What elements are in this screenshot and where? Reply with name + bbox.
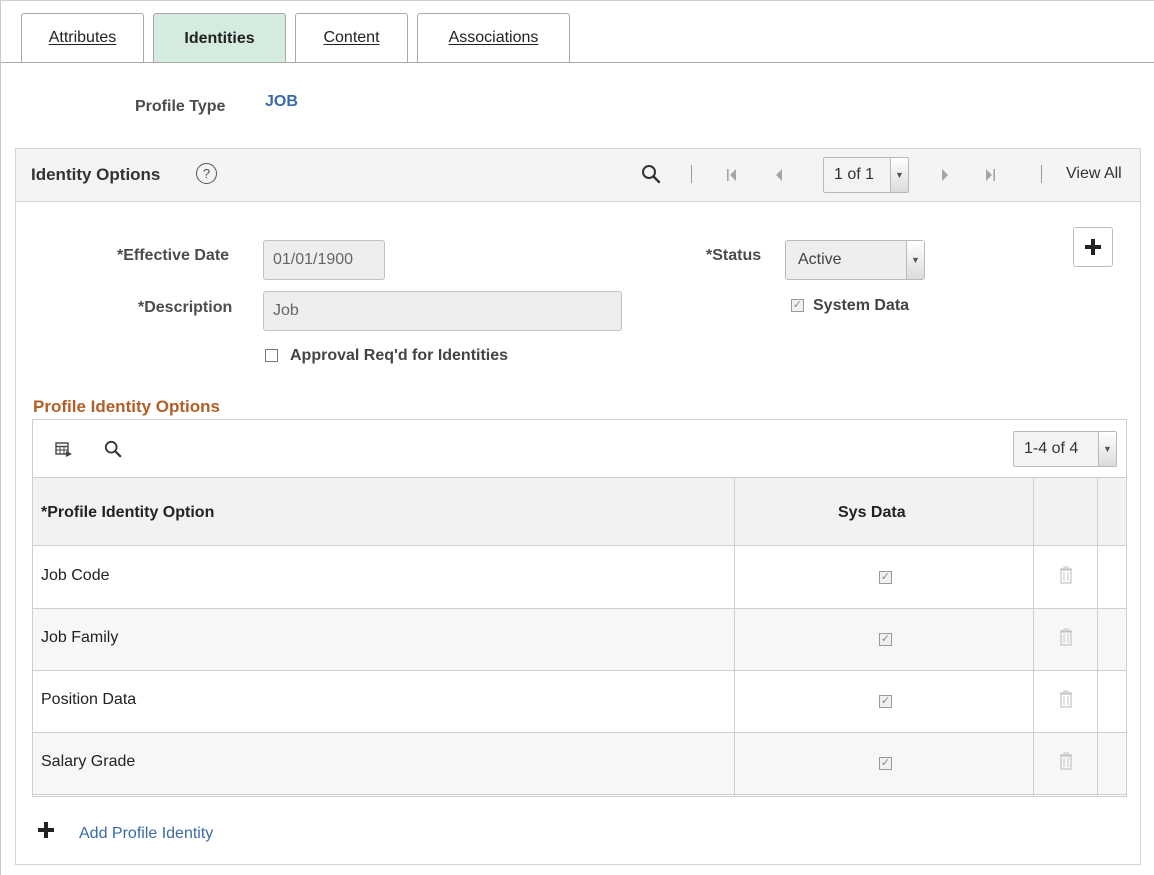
- status-select[interactable]: Active ▼: [785, 240, 925, 280]
- pager-separator: [691, 165, 692, 183]
- chevron-down-icon[interactable]: ▼: [906, 241, 924, 279]
- table-row: Position Data ✓: [33, 671, 1126, 733]
- description-label: *Description: [138, 299, 233, 316]
- description-value: Job: [273, 302, 299, 319]
- column-header-profile-identity-option[interactable]: *Profile Identity Option: [41, 504, 214, 522]
- status-value: Active: [798, 251, 842, 268]
- profile-identity-grid: 1-4 of 4 ▼ *Profile Identity Option Sys …: [32, 419, 1127, 797]
- trash-icon[interactable]: [1059, 566, 1073, 584]
- column-divider: [734, 478, 735, 796]
- tab-associations[interactable]: Associations: [417, 13, 570, 62]
- profile-identity-options-title: Profile Identity Options: [33, 397, 221, 416]
- sys-data-checkbox: ✓: [879, 695, 892, 708]
- add-row-button[interactable]: [1073, 227, 1113, 267]
- grid-header-row: *Profile Identity Option Sys Data: [33, 478, 1126, 546]
- page-selector-value: 1 of 1: [834, 166, 875, 183]
- sys-data-checkbox: ✓: [879, 571, 892, 584]
- trash-icon[interactable]: [1059, 690, 1073, 708]
- profile-identity-option-cell: Job Family: [41, 629, 119, 646]
- tab-content[interactable]: Content: [295, 13, 408, 62]
- identity-options-header: Identity Options ? 1 of 1 ▼ View All: [16, 149, 1140, 202]
- tab-identities[interactable]: Identities: [153, 13, 286, 63]
- sys-data-checkbox: ✓: [879, 633, 892, 646]
- pager-separator: [1041, 165, 1042, 183]
- profile-identity-option-cell: Salary Grade: [41, 753, 136, 770]
- column-header-sys-data[interactable]: Sys Data: [838, 504, 906, 522]
- description-field[interactable]: Job: [263, 291, 622, 331]
- first-page-icon[interactable]: [726, 168, 738, 182]
- view-all-link[interactable]: View All: [1066, 165, 1122, 183]
- previous-page-icon[interactable]: [774, 168, 784, 182]
- approval-checkbox[interactable]: [265, 349, 278, 362]
- sys-data-checkbox: ✓: [879, 757, 892, 770]
- page-selector[interactable]: 1 of 1 ▼: [823, 157, 909, 193]
- section-title: Identity Options: [31, 165, 161, 184]
- help-circle-icon[interactable]: ?: [196, 163, 217, 184]
- column-divider: [1033, 478, 1034, 796]
- tab-bar-divider: [1, 62, 1154, 63]
- profile-identity-option-cell: Position Data: [41, 691, 137, 708]
- profile-identity-option-cell: Job Code: [41, 567, 110, 584]
- chevron-down-icon[interactable]: ▼: [890, 158, 908, 192]
- rows-indicator-select[interactable]: 1-4 of 4 ▼: [1013, 431, 1117, 467]
- last-page-icon[interactable]: [984, 168, 996, 182]
- status-label: *Status: [706, 247, 762, 264]
- system-data-label: System Data: [813, 297, 910, 314]
- trash-icon[interactable]: [1059, 628, 1073, 646]
- profile-type-value: JOB: [265, 93, 298, 110]
- effective-date-field[interactable]: 01/01/1900: [263, 240, 385, 280]
- column-divider: [1097, 478, 1098, 796]
- next-page-icon[interactable]: [940, 168, 950, 182]
- chevron-down-icon[interactable]: ▼: [1098, 432, 1116, 466]
- page-frame-left: [0, 0, 1, 875]
- table-row: Job Code ✓: [33, 547, 1126, 609]
- add-profile-identity-link[interactable]: Add Profile Identity: [79, 825, 213, 843]
- trash-icon[interactable]: [1059, 752, 1073, 770]
- search-icon[interactable]: [641, 164, 661, 184]
- page-frame-top: [0, 0, 1154, 1]
- tab-attributes[interactable]: Attributes: [21, 13, 144, 62]
- system-data-checkbox[interactable]: ✓: [791, 299, 804, 312]
- effective-date-label: *Effective Date: [117, 247, 230, 264]
- table-row: Salary Grade ✓: [33, 733, 1126, 795]
- search-icon[interactable]: [104, 440, 122, 458]
- grid-toolbar: 1-4 of 4 ▼: [33, 420, 1126, 478]
- plus-icon[interactable]: [38, 822, 54, 838]
- effective-date-value: 01/01/1900: [273, 251, 354, 268]
- plus-icon: [1085, 239, 1101, 255]
- table-row: Job Family ✓: [33, 609, 1126, 671]
- approval-label: Approval Req'd for Identities: [290, 347, 509, 364]
- profile-type-label: Profile Type: [135, 98, 226, 115]
- rows-indicator-value: 1-4 of 4: [1024, 440, 1079, 457]
- personalize-grid-icon[interactable]: [55, 442, 73, 458]
